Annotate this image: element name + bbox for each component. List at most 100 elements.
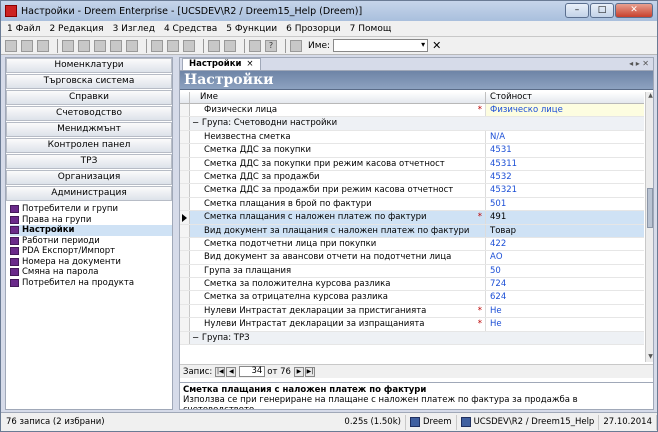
menu-tools[interactable]: 4 Средства [164, 24, 217, 34]
setting-value[interactable]: 501 [486, 198, 644, 210]
setting-value[interactable]: 491 [486, 211, 644, 224]
tree-item-doc-numbers[interactable]: Номера на документи [10, 257, 172, 268]
column-header-value[interactable]: Стойност [486, 92, 644, 103]
save-icon[interactable] [37, 39, 49, 52]
table-row[interactable]: Сметка плащания в брой по фактури 501 [180, 197, 644, 212]
name-combobox[interactable] [333, 39, 429, 52]
table-row[interactable]: Вид документ за авансови отчети на подот… [180, 251, 644, 265]
table-row[interactable]: Физически лица * Физическо лице [180, 104, 644, 118]
group-row[interactable]: − Група: ТРЗ [180, 331, 644, 346]
row-indicator [180, 130, 190, 144]
cut-icon[interactable] [62, 39, 74, 52]
last-record-icon[interactable]: ▶| [304, 366, 315, 377]
nav-reports[interactable]: Справки [6, 90, 172, 105]
tree-item-users-groups[interactable]: Потребители и групи [10, 204, 172, 215]
menu-file[interactable]: 1 Файл [7, 24, 40, 34]
tab-settings[interactable]: Настройки × [182, 58, 261, 70]
table-row[interactable]: Сметка за отрицателна курсова разлика 624 [180, 291, 644, 305]
tab-scroll-icons[interactable]: ◂ ▸ ✕ [629, 59, 649, 68]
table-row[interactable]: Група за плащания 50 [180, 264, 644, 279]
scroll-thumb[interactable] [647, 188, 653, 228]
setting-value[interactable]: АО [486, 251, 644, 263]
new-icon[interactable] [5, 39, 17, 52]
refresh-icon[interactable] [249, 39, 261, 52]
first-record-icon[interactable]: |◀ [215, 366, 226, 377]
maximize-button[interactable]: □ [590, 3, 614, 18]
nav-control-panel[interactable]: Контролен панел [6, 138, 172, 153]
nav-payroll[interactable]: ТРЗ [6, 154, 172, 169]
window-icon[interactable] [208, 39, 220, 52]
setting-value[interactable]: Не [486, 305, 644, 317]
row-indicator [180, 318, 190, 331]
nav-trade-system[interactable]: Търговска система [6, 74, 172, 89]
group-toggle-icon[interactable]: − [192, 118, 199, 128]
print-icon[interactable] [151, 39, 163, 52]
tree-item-work-periods[interactable]: Работни периоди [10, 236, 172, 247]
nav-organization[interactable]: Организация [6, 170, 172, 185]
table-row[interactable]: Сметка подотчетни лица при покупки 422 [180, 237, 644, 252]
prev-record-icon[interactable]: ◀ [226, 366, 237, 377]
table-row[interactable]: Сметка за положителна курсова разлика 724 [180, 278, 644, 292]
setting-value[interactable]: Физическо лице [486, 104, 644, 117]
menu-edit[interactable]: 2 Редакция [49, 24, 103, 34]
setting-value[interactable]: N/A [486, 131, 644, 143]
vertical-scrollbar[interactable]: ▲ ▼ [645, 92, 653, 362]
tree-item-group-rights[interactable]: Права на групи [10, 215, 172, 226]
table-row[interactable]: Нулеви Интрастат декларации за пристиган… [180, 304, 644, 319]
menu-help[interactable]: 7 Помощ [350, 24, 392, 34]
status-records: 76 записа (2 избрани) [6, 416, 105, 427]
setting-value[interactable]: 624 [486, 291, 644, 303]
column-header-name[interactable]: Име [190, 92, 486, 103]
table-row[interactable]: Сметка ДДС за покупки при режим касова о… [180, 157, 644, 171]
record-number-input[interactable]: 34 [239, 366, 266, 377]
tab-close-icon[interactable]: × [246, 59, 253, 69]
tree-item-pda-export[interactable]: PDA Експорт/Импорт [10, 246, 172, 257]
tree-item-change-password[interactable]: Смяна на парола [10, 267, 172, 278]
nav-administration[interactable]: Администрация [6, 186, 172, 201]
tree-item-product-user[interactable]: Потребител на продукта [10, 278, 172, 289]
nav-nomenclatures[interactable]: Номенклатури [6, 58, 172, 73]
help-icon[interactable]: ? [265, 39, 277, 52]
minimize-button[interactable]: – [565, 3, 589, 18]
menu-functions[interactable]: 5 Функции [226, 24, 277, 34]
export-icon[interactable] [183, 39, 195, 52]
filter-icon[interactable] [290, 39, 302, 52]
menu-view[interactable]: 3 Изглед [113, 24, 155, 34]
setting-value[interactable]: Не [486, 318, 644, 330]
setting-value[interactable]: 45311 [486, 158, 644, 170]
list-icon[interactable] [224, 39, 236, 52]
setting-value[interactable]: Товар [486, 224, 644, 237]
nav-accounting[interactable]: Счетоводство [6, 106, 172, 121]
print-preview-icon[interactable] [167, 39, 179, 52]
setting-value[interactable]: 4531 [486, 144, 644, 156]
tree-item-settings[interactable]: Настройки [10, 225, 172, 236]
clear-icon[interactable]: ✕ [432, 40, 441, 51]
scroll-down-icon[interactable]: ▼ [646, 353, 653, 362]
table-row[interactable]: Вид документ за плащания с наложен плате… [180, 224, 644, 238]
table-row[interactable]: Нулеви Интрастат декларации за изпращани… [180, 318, 644, 332]
group-toggle-icon[interactable]: − [192, 333, 199, 343]
setting-value[interactable]: 45321 [486, 184, 644, 196]
nav-management[interactable]: Мениджмънт [6, 122, 172, 137]
table-row[interactable]: Сметка ДДС за продажби при режим касова … [180, 184, 644, 198]
table-row[interactable]: Сметка ДДС за покупки 4531 [180, 144, 644, 158]
setting-value[interactable]: 422 [486, 238, 644, 250]
tree-item-icon [10, 278, 19, 287]
undo-icon[interactable] [126, 39, 138, 52]
table-row[interactable]: Сметка плащания с наложен платеж по факт… [180, 211, 644, 225]
status-db: Dreem [406, 414, 457, 430]
setting-value[interactable]: 4532 [486, 171, 644, 183]
setting-value[interactable]: 50 [486, 265, 644, 277]
table-row[interactable]: Неизвестна сметка N/A [180, 130, 644, 145]
copy-icon[interactable] [78, 39, 90, 52]
paste-icon[interactable] [94, 39, 106, 52]
scroll-up-icon[interactable]: ▲ [646, 92, 653, 101]
close-window-button[interactable]: ✕ [615, 3, 653, 18]
delete-icon[interactable] [110, 39, 122, 52]
menu-windows[interactable]: 6 Прозорци [286, 24, 341, 34]
group-row[interactable]: − Група: Счетоводни настройки [180, 117, 644, 131]
table-row[interactable]: Сметка ДДС за продажби 4532 [180, 170, 644, 185]
setting-value[interactable]: 724 [486, 278, 644, 290]
open-icon[interactable] [21, 39, 33, 52]
next-record-icon[interactable]: ▶ [293, 366, 304, 377]
